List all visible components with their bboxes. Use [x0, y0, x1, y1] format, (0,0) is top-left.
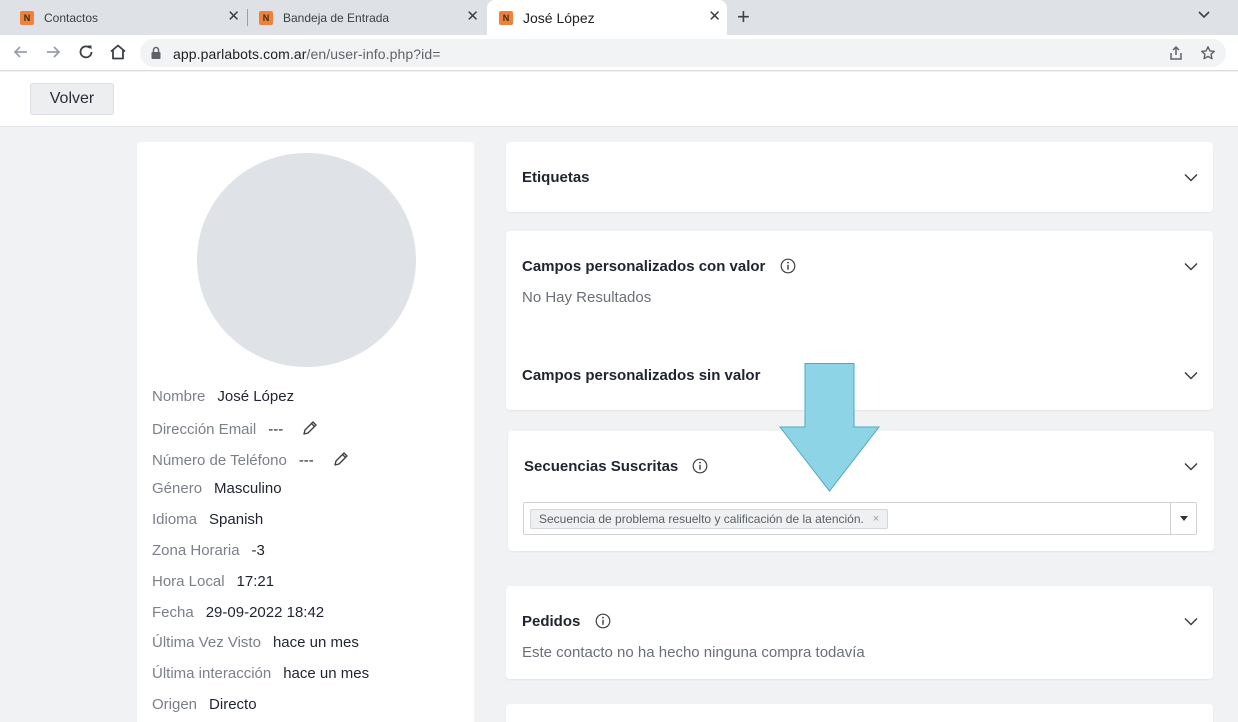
- secuencias-title: Secuencias Suscritas: [524, 458, 708, 475]
- field-zona-horaria: Zona Horaria -3: [152, 542, 265, 559]
- next-card: [506, 704, 1213, 722]
- favicon-icon: N: [259, 10, 273, 25]
- field-email: Dirección Email ---: [152, 419, 319, 438]
- card-title: Etiquetas: [522, 169, 590, 186]
- field-value: Spanish: [209, 511, 264, 528]
- reload-icon[interactable]: [76, 42, 96, 62]
- no-orders-text: Este contacto no ha hecho ninguna compra…: [522, 644, 865, 661]
- select-divider: [1170, 503, 1171, 534]
- url-text: app.parlabots.com.ar/en/user-info.php?id…: [173, 46, 441, 62]
- field-ultima-interaccion: Última interacción hace un mes: [152, 665, 369, 682]
- field-telefono: Número de Teléfono ---: [152, 450, 350, 469]
- app-header: Volver: [0, 72, 1238, 127]
- pedidos-card: Pedidos Este contacto no ha hecho ningun…: [506, 586, 1213, 679]
- profile-card: Nombre José López Dirección Email --- Núme…: [137, 142, 474, 722]
- field-value: ---: [298, 452, 314, 469]
- field-label: Fecha: [152, 604, 194, 621]
- browser-toolbar: app.parlabots.com.ar/en/user-info.php?id…: [0, 35, 1238, 71]
- lock-icon: [151, 46, 161, 59]
- pedidos-title: Pedidos: [522, 613, 611, 630]
- field-hora-local: Hora Local 17:21: [152, 573, 274, 590]
- forward-arrow-icon[interactable]: [43, 42, 63, 62]
- browser-tab-bar: N Contactos ✕ N Bandeja de Entrada ✕ N J…: [0, 0, 1238, 35]
- field-value: ---: [268, 421, 284, 438]
- info-icon[interactable]: [692, 458, 708, 474]
- avatar: [197, 153, 416, 367]
- field-label: Género: [152, 480, 203, 497]
- close-icon[interactable]: ✕: [708, 9, 721, 25]
- tab-title: José López: [523, 9, 595, 26]
- info-icon[interactable]: [780, 258, 796, 274]
- tab-title: Bandeja de Entrada: [283, 10, 390, 25]
- chevron-down-icon[interactable]: [1184, 371, 1198, 380]
- field-value: -3: [251, 542, 265, 559]
- selected-sequence-chip: Secuencia de problema resuelto y calific…: [530, 509, 889, 529]
- pencil-icon[interactable]: [301, 419, 319, 437]
- field-label: Número de Teléfono: [152, 452, 287, 469]
- field-label: Hora Local: [152, 573, 225, 590]
- field-label: Origen: [152, 696, 198, 713]
- field-value: Masculino: [214, 480, 282, 497]
- field-nombre: Nombre José López: [152, 388, 294, 405]
- field-fecha: Fecha 29-09-2022 18:42: [152, 604, 324, 621]
- tab-divider: [247, 9, 248, 26]
- share-icon[interactable]: [1168, 45, 1184, 61]
- etiquetas-card: Etiquetas: [506, 142, 1213, 212]
- card-title: Pedidos: [522, 613, 581, 630]
- annotation-arrow: [779, 363, 880, 492]
- pencil-icon[interactable]: [332, 450, 350, 468]
- field-value: Directo: [209, 696, 257, 713]
- favicon-icon: N: [20, 10, 34, 25]
- chevron-down-icon[interactable]: [1184, 617, 1198, 626]
- field-label: Última Vez Visto: [152, 634, 261, 651]
- field-value: 17:21: [236, 573, 275, 590]
- chevron-down-icon[interactable]: [1184, 262, 1198, 271]
- url-path: /en/user-info.php?id=: [306, 46, 441, 62]
- field-label: Nombre: [152, 388, 206, 405]
- field-label: Zona Horaria: [152, 542, 240, 559]
- campos-con-valor-title: Campos personalizados con valor: [522, 258, 796, 275]
- caret-down-icon[interactable]: [1180, 516, 1188, 521]
- address-bar[interactable]: app.parlabots.com.ar/en/user-info.php?id…: [140, 39, 1226, 67]
- campos-sin-valor-title: Campos personalizados sin valor: [522, 367, 761, 384]
- field-genero: Género Masculino: [152, 480, 282, 497]
- chevron-down-icon[interactable]: [1196, 7, 1212, 23]
- tab-title: Contactos: [44, 10, 99, 25]
- tab-contactos[interactable]: N Contactos ✕: [10, 0, 246, 35]
- back-arrow-icon[interactable]: [11, 42, 31, 62]
- favicon-icon: N: [499, 10, 513, 25]
- back-button[interactable]: Volver: [30, 83, 114, 115]
- field-value: 29-09-2022 18:42: [205, 604, 325, 621]
- chevron-down-icon[interactable]: [1184, 462, 1198, 471]
- remove-chip-icon[interactable]: ×: [873, 513, 879, 525]
- info-icon[interactable]: [595, 613, 611, 629]
- secuencias-select[interactable]: Secuencia de problema resuelto y calific…: [523, 502, 1197, 535]
- card-title: Campos personalizados con valor: [522, 258, 766, 275]
- tab-jose-lopez[interactable]: N José López ✕: [487, 0, 727, 35]
- close-icon[interactable]: ✕: [227, 9, 240, 25]
- field-value: hace un mes: [272, 634, 359, 651]
- field-value: hace un mes: [283, 665, 370, 682]
- field-label: Última interacción: [152, 665, 272, 682]
- field-idioma: Idioma Spanish: [152, 511, 263, 528]
- new-tab-icon[interactable]: +: [737, 6, 750, 28]
- empty-results-text: No Hay Resultados: [522, 289, 652, 306]
- card-title: Secuencias Suscritas: [524, 458, 679, 475]
- star-icon[interactable]: [1200, 45, 1216, 61]
- chip-label: Secuencia de problema resuelto y calific…: [539, 512, 864, 526]
- field-label: Idioma: [152, 511, 198, 528]
- field-origen: Origen Directo: [152, 696, 257, 713]
- field-label: Dirección Email: [152, 421, 257, 438]
- field-value: José López: [217, 388, 295, 405]
- close-icon[interactable]: ✕: [466, 9, 479, 25]
- field-ultima-vez-visto: Última Vez Visto hace un mes: [152, 634, 359, 651]
- tab-bandeja[interactable]: N Bandeja de Entrada ✕: [249, 0, 485, 35]
- chevron-down-icon[interactable]: [1184, 173, 1198, 182]
- home-icon[interactable]: [108, 42, 128, 62]
- url-host: app.parlabots.com.ar: [173, 46, 307, 62]
